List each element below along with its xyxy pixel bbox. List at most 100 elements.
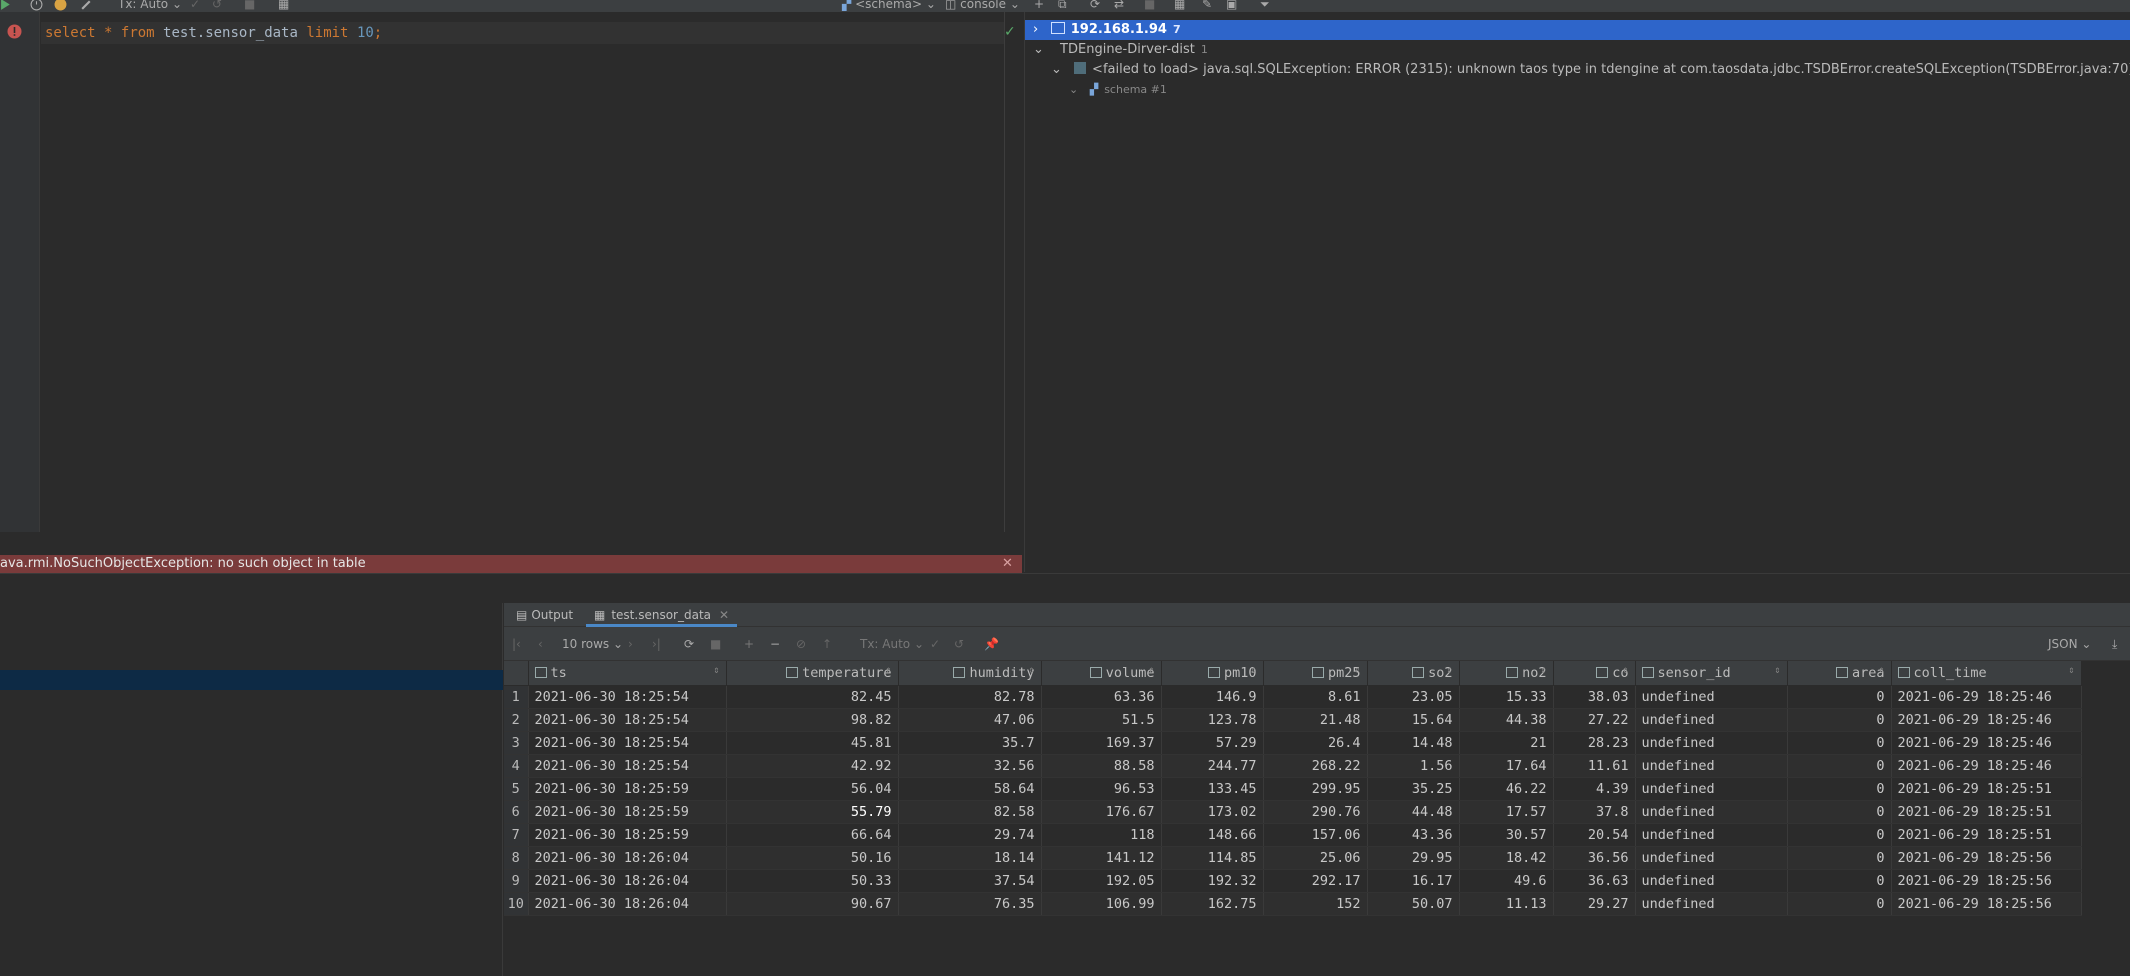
table-cell-humidity[interactable]: 18.14: [898, 846, 1042, 870]
table-cell-no2[interactable]: 17.57: [1459, 800, 1554, 824]
table-cell-volume[interactable]: 176.67: [1041, 800, 1162, 824]
sort-icon[interactable]: ⇕: [1446, 665, 1452, 676]
sql-editor[interactable]: select * from test.sensor_data limit 10;…: [0, 12, 1022, 555]
table-cell-no2[interactable]: 18.42: [1459, 846, 1554, 870]
table-cell-humidity[interactable]: 35.7: [898, 731, 1042, 755]
table-cell-volume[interactable]: 51.5: [1041, 708, 1162, 732]
sort-icon[interactable]: ⇕: [1774, 665, 1780, 676]
rollback-icon[interactable]: ↺: [212, 0, 222, 12]
sync-icon[interactable]: ⇄: [1114, 0, 1124, 12]
table-cell-temperature[interactable]: 42.92: [726, 754, 899, 778]
grid-icon[interactable]: ▦: [1174, 0, 1185, 12]
table-cell-pm25[interactable]: 157.06: [1263, 823, 1368, 847]
table-cell-coll-time[interactable]: 2021-06-29 18:25:56: [1891, 846, 2082, 870]
table-row[interactable]: 3 2021-06-30 18:25:54 45.81 35.7 169.37 57.29…: [504, 731, 2082, 755]
table-cell-sensor-id[interactable]: undefined: [1635, 800, 1788, 824]
sort-icon[interactable]: ⇕: [1250, 665, 1256, 676]
table-cell-co[interactable]: 36.56: [1553, 846, 1636, 870]
table-cell-volume[interactable]: 88.58: [1041, 754, 1162, 778]
reload-icon[interactable]: ⟳: [684, 636, 694, 652]
table-cell-coll-time[interactable]: 2021-06-29 18:25:46: [1891, 685, 2082, 709]
table-cell-coll-time[interactable]: 2021-06-29 18:25:51: [1891, 823, 2082, 847]
table-view-icon[interactable]: ▦: [278, 0, 289, 12]
table-cell-pm10[interactable]: 173.02: [1161, 800, 1264, 824]
table-cell-coll-time[interactable]: 2021-06-29 18:25:46: [1891, 708, 2082, 732]
tree-node-host[interactable]: › 192.168.1.94 7: [1025, 20, 2130, 40]
column-header-co[interactable]: co ⇕: [1553, 661, 1636, 686]
sort-icon[interactable]: ⇕: [1540, 665, 1546, 676]
table-cell-sensor-id[interactable]: undefined: [1635, 685, 1788, 709]
table-cell-no2[interactable]: 21: [1459, 731, 1554, 755]
table-cell-area[interactable]: 0: [1787, 800, 1892, 824]
table-row[interactable]: 7 2021-06-30 18:25:59 66.64 29.74 118 148.66 1…: [504, 823, 2082, 847]
stop-tree-icon[interactable]: ■: [1144, 0, 1155, 12]
sort-icon[interactable]: ⇕: [1622, 665, 1628, 676]
table-cell-sensor-id[interactable]: undefined: [1635, 846, 1788, 870]
table-cell-volume[interactable]: 192.05: [1041, 869, 1162, 893]
last-page-icon[interactable]: ›|: [652, 636, 661, 652]
sort-icon[interactable]: ⇕: [713, 665, 719, 676]
table-row[interactable]: 2 2021-06-30 18:25:54 98.82 47.06 51.5 123.78…: [504, 708, 2082, 732]
column-header-area[interactable]: area ⇕: [1787, 661, 1892, 686]
table-cell-co[interactable]: 29.27: [1553, 892, 1636, 916]
table-cell-so2[interactable]: 50.07: [1367, 892, 1460, 916]
table-cell-sensor-id[interactable]: undefined: [1635, 823, 1788, 847]
wrench-icon[interactable]: [80, 0, 93, 12]
table-cell-ts[interactable]: 2021-06-30 18:25:54: [528, 731, 727, 755]
history-icon[interactable]: [30, 0, 43, 12]
table-cell-sensor-id[interactable]: undefined: [1635, 777, 1788, 801]
table-cell-temperature[interactable]: 50.16: [726, 846, 899, 870]
profile-icon[interactable]: [54, 0, 67, 12]
table-cell-area[interactable]: 0: [1787, 685, 1892, 709]
format-dropdown[interactable]: JSON ⌄: [2048, 636, 2091, 652]
sort-icon[interactable]: ⇕: [1148, 665, 1154, 676]
ddl-icon[interactable]: ▣: [1226, 0, 1237, 12]
table-cell-coll-time[interactable]: 2021-06-29 18:25:56: [1891, 892, 2082, 916]
column-header-pm25[interactable]: pm25 ⇕: [1263, 661, 1368, 686]
table-cell-sensor-id[interactable]: undefined: [1635, 869, 1788, 893]
table-cell-pm10[interactable]: 244.77: [1161, 754, 1264, 778]
table-cell-co[interactable]: 27.22: [1553, 708, 1636, 732]
table-cell-pm10[interactable]: 123.78: [1161, 708, 1264, 732]
add-row-icon[interactable]: +: [744, 636, 754, 652]
column-header-volume[interactable]: volume ⇕: [1041, 661, 1162, 686]
table-cell-sensor-id[interactable]: undefined: [1635, 731, 1788, 755]
table-cell-pm25[interactable]: 8.61: [1263, 685, 1368, 709]
table-cell-no2[interactable]: 46.22: [1459, 777, 1554, 801]
services-selected-row[interactable]: [0, 670, 503, 690]
table-cell-no2[interactable]: 44.38: [1459, 708, 1554, 732]
table-cell-no2[interactable]: 49.6: [1459, 869, 1554, 893]
table-cell-ts[interactable]: 2021-06-30 18:25:59: [528, 800, 727, 824]
table-row[interactable]: 4 2021-06-30 18:25:54 42.92 32.56 88.58 244.7…: [504, 754, 2082, 778]
table-cell-co[interactable]: 37.8: [1553, 800, 1636, 824]
table-cell-ts[interactable]: 2021-06-30 18:25:59: [528, 823, 727, 847]
column-header-ts[interactable]: ts ⇕: [528, 661, 727, 686]
table-cell-co[interactable]: 11.61: [1553, 754, 1636, 778]
filter-icon[interactable]: ⏷: [1260, 0, 1270, 12]
table-cell-so2[interactable]: 35.25: [1367, 777, 1460, 801]
table-row[interactable]: 1 2021-06-30 18:25:54 82.45 82.78 63.36 146.9…: [504, 685, 2082, 709]
table-cell-humidity[interactable]: 82.58: [898, 800, 1042, 824]
results-tx-dropdown[interactable]: Tx: Auto ⌄: [860, 636, 924, 652]
next-page-icon[interactable]: ›: [628, 636, 633, 652]
column-header-coll-time[interactable]: coll_time ⇕: [1891, 661, 2082, 686]
refresh-icon[interactable]: ⟳: [1090, 0, 1100, 12]
table-cell-humidity[interactable]: 37.54: [898, 869, 1042, 893]
table-cell-no2[interactable]: 15.33: [1459, 685, 1554, 709]
table-cell-co[interactable]: 28.23: [1553, 731, 1636, 755]
table-cell-pm25[interactable]: 25.06: [1263, 846, 1368, 870]
tree-node-error[interactable]: ⌄ <failed to load> java.sql.SQLException…: [1025, 60, 2130, 80]
table-row[interactable]: 8 2021-06-30 18:26:04 50.16 18.14 141.12 114.…: [504, 846, 2082, 870]
table-cell-temperature[interactable]: 50.33: [726, 869, 899, 893]
table-cell-pm10[interactable]: 148.66: [1161, 823, 1264, 847]
tree-node-datasource[interactable]: ⌄ TDEngine-Dirver-dist 1: [1025, 40, 2130, 60]
table-cell-area[interactable]: 0: [1787, 777, 1892, 801]
table-cell-volume[interactable]: 106.99: [1041, 892, 1162, 916]
revert-icon[interactable]: ⊘: [796, 636, 806, 652]
table-cell-coll-time[interactable]: 2021-06-29 18:25:56: [1891, 869, 2082, 893]
table-cell-humidity[interactable]: 29.74: [898, 823, 1042, 847]
table-cell-coll-time[interactable]: 2021-06-29 18:25:51: [1891, 777, 2082, 801]
tab-output[interactable]: ▤ Output: [508, 603, 581, 627]
table-cell-area[interactable]: 0: [1787, 754, 1892, 778]
stop-icon[interactable]: ■: [244, 0, 255, 12]
